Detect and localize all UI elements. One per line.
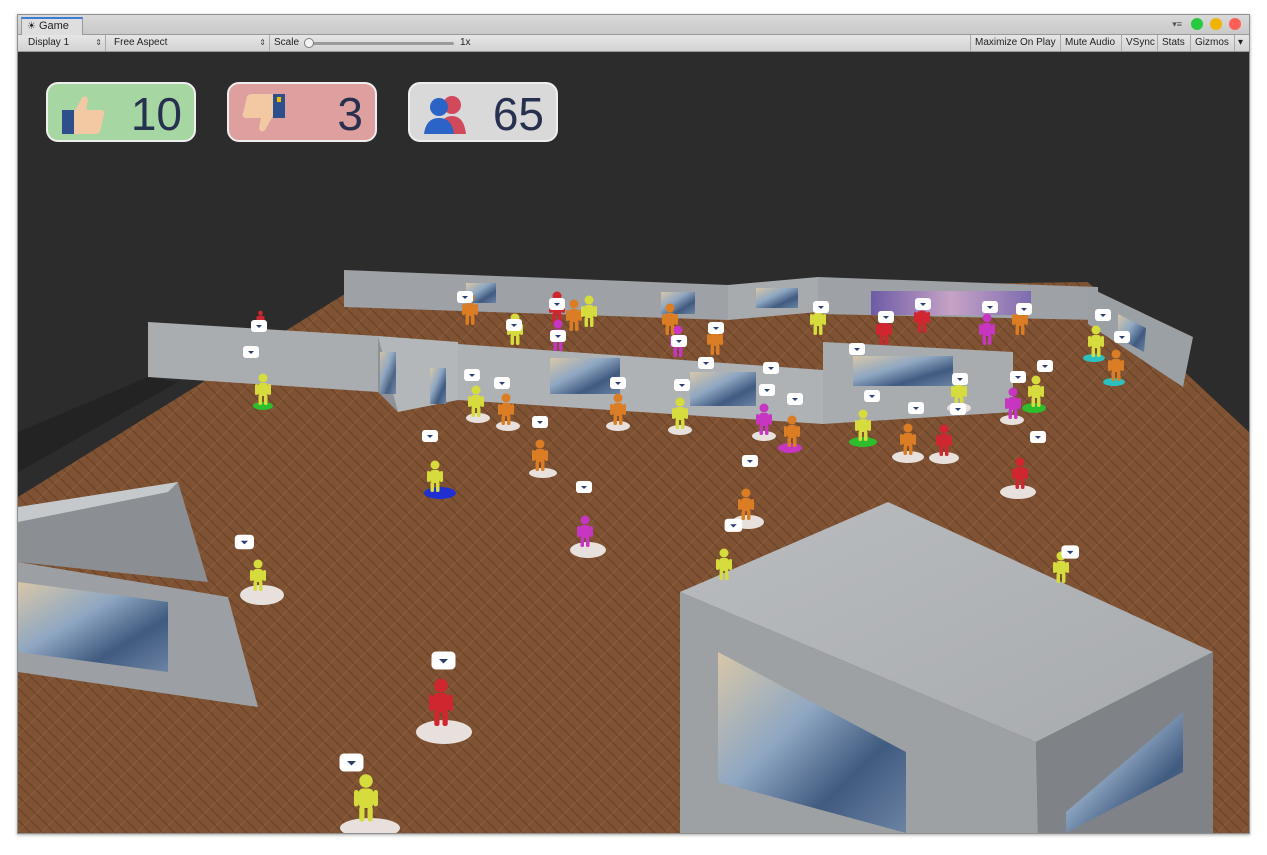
unity-game-window: ☀ Game ▾≡ Display 1 ⇕ Free Aspect ⇕ Scale… [17, 14, 1250, 834]
dislikes-counter: 3 [227, 82, 377, 142]
thumbs-down-icon [242, 94, 285, 132]
tab-game-label: Game [38, 20, 69, 32]
thumbs-up-icon [62, 96, 105, 134]
gallery-scene [18, 270, 1249, 833]
gizmos-toggle[interactable]: Gizmos [1190, 35, 1233, 51]
gizmos-dropdown-arrow[interactable]: ▾ [1234, 35, 1246, 51]
vsync-toggle[interactable]: VSync [1121, 35, 1159, 51]
mute-audio-toggle[interactable]: Mute Audio [1060, 35, 1119, 51]
visitors-count: 65 [492, 88, 544, 140]
scale-value: 1x [460, 37, 471, 48]
stats-toggle[interactable]: Stats [1157, 35, 1189, 51]
likes-count: 10 [130, 88, 182, 140]
aspect-dropdown-label: Free Aspect [114, 37, 168, 48]
unity-logo-icon: ☀ [27, 21, 36, 32]
aspect-dropdown[interactable]: Free Aspect ⇕ [106, 35, 270, 51]
minimize-window-button[interactable] [1210, 18, 1222, 30]
scale-label: Scale [274, 37, 300, 48]
visitors-counter: 65 [408, 82, 558, 142]
dropdown-arrows-icon: ⇕ [259, 38, 266, 47]
game-viewport[interactable]: 10 3 65 [18, 52, 1249, 833]
maximize-on-play-toggle[interactable]: Maximize On Play [970, 35, 1060, 51]
panel-menu-icon[interactable]: ▾≡ [1172, 19, 1182, 30]
display-dropdown[interactable]: Display 1 ⇕ [18, 35, 106, 51]
window-controls: ▾≡ [1172, 18, 1241, 30]
dislikes-count: 3 [337, 88, 363, 140]
likes-counter: 10 [46, 82, 196, 142]
scale-slider-track[interactable] [308, 42, 454, 45]
people-icon [424, 96, 466, 134]
tab-game[interactable]: ☀ Game [21, 17, 83, 35]
display-dropdown-label: Display 1 [28, 37, 70, 48]
tab-bar: ☀ Game ▾≡ [18, 15, 1249, 35]
scale-slider-handle[interactable] [304, 38, 314, 48]
maximize-window-button[interactable] [1191, 18, 1203, 30]
close-window-button[interactable] [1229, 18, 1241, 30]
dropdown-arrows-icon: ⇕ [95, 38, 102, 47]
game-toolbar: Display 1 ⇕ Free Aspect ⇕ Scale 1x Maxim… [18, 35, 1249, 52]
